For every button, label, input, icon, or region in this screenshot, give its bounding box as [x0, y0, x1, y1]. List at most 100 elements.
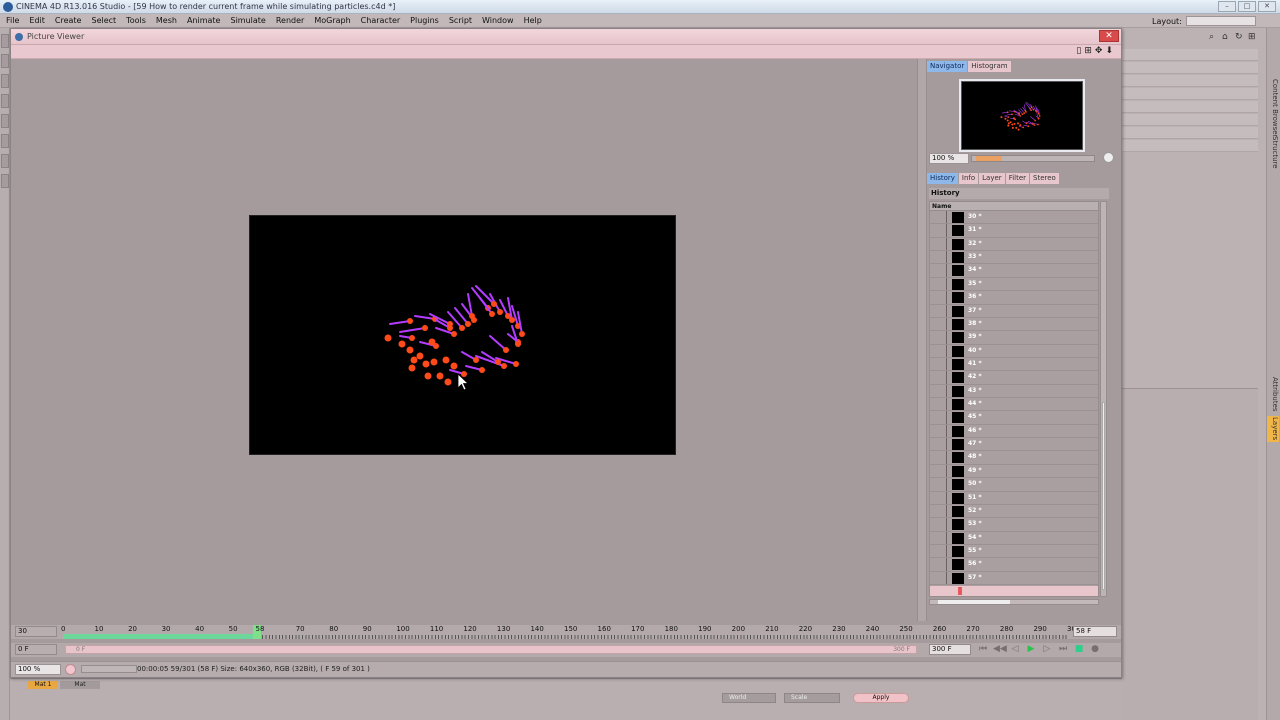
menu-select[interactable]: Select	[91, 16, 116, 25]
material-tab-2[interactable]: Mat	[60, 681, 100, 689]
tab-info[interactable]: Info	[958, 173, 979, 184]
menu-mograph[interactable]: MoGraph	[314, 16, 350, 25]
history-row[interactable]: 46 *	[930, 424, 1098, 439]
download-icon[interactable]: ⬇	[1105, 46, 1113, 57]
object-row[interactable]	[1122, 88, 1258, 100]
render-viewport[interactable]	[11, 59, 917, 621]
history-row[interactable]: 56 *	[930, 558, 1098, 572]
timeline-fps-field[interactable]: 30	[15, 626, 57, 637]
menu-animate[interactable]: Animate	[187, 16, 221, 25]
tab-stereo[interactable]: Stereo	[1030, 173, 1059, 184]
record-icon[interactable]: ●	[1089, 644, 1101, 655]
history-row[interactable]: 34 *	[930, 264, 1098, 278]
tab-layer[interactable]: Layer	[979, 173, 1005, 184]
last-frame-icon[interactable]: ⏭	[1057, 644, 1069, 655]
history-row[interactable]: 41 *	[930, 357, 1098, 372]
status-zoom[interactable]: 100 %	[15, 664, 61, 675]
tool-button[interactable]	[1, 54, 9, 68]
tab-history[interactable]: History	[927, 173, 958, 184]
menu-create[interactable]: Create	[55, 16, 82, 25]
history-column-name[interactable]: Name	[930, 202, 1098, 211]
tool-button[interactable]	[1, 94, 9, 108]
history-row[interactable]: 31 *	[930, 224, 1098, 238]
history-row[interactable]: 57 *	[930, 571, 1098, 586]
history-row[interactable]: 53 *	[930, 518, 1098, 532]
tab-navigator[interactable]: Navigator	[927, 61, 968, 72]
tab-filter[interactable]: Filter	[1005, 173, 1030, 184]
history-row[interactable]: 49 *	[930, 464, 1098, 479]
menu-help[interactable]: Help	[524, 16, 542, 25]
history-row[interactable]: 48 *	[930, 451, 1098, 465]
history-row[interactable]: 33 *	[930, 251, 1098, 265]
tool-button[interactable]	[1, 114, 9, 128]
history-row[interactable]: 54 *	[930, 531, 1098, 545]
range-end-field[interactable]: 300 F	[929, 644, 971, 655]
history-row[interactable]: 39 *	[930, 331, 1098, 345]
history-row[interactable]: 37 *	[930, 304, 1098, 318]
menu-file[interactable]: File	[6, 16, 19, 25]
menu-edit[interactable]: Edit	[29, 16, 45, 25]
history-vertical-scrollbar[interactable]	[1100, 201, 1107, 597]
maximize-icon[interactable]: □	[1238, 1, 1256, 12]
menu-plugins[interactable]: Plugins	[410, 16, 439, 25]
history-row[interactable]: 44 *	[930, 398, 1098, 412]
history-horizontal-scrollbar[interactable]	[929, 599, 1099, 605]
history-row[interactable]: 55 *	[930, 544, 1098, 559]
status-button[interactable]	[65, 664, 76, 675]
tab-structure[interactable]: Structure	[1267, 132, 1279, 172]
tab-attributes[interactable]: Attributes	[1267, 374, 1279, 414]
history-row[interactable]: 45 *	[930, 411, 1098, 425]
tool-button[interactable]	[1, 134, 9, 148]
object-row[interactable]	[1122, 127, 1258, 139]
history-row[interactable]: 38 *	[930, 317, 1098, 332]
rewind-icon[interactable]: ◀◀	[993, 644, 1007, 655]
split-icon[interactable]: ⊞	[1084, 46, 1092, 57]
history-row[interactable]: 51 *	[930, 491, 1098, 505]
stop-icon[interactable]: ■	[1073, 644, 1085, 655]
scrollbar-thumb[interactable]	[938, 600, 1010, 604]
menu-character[interactable]: Character	[361, 16, 401, 25]
panel-splitter[interactable]	[917, 59, 927, 621]
menu-render[interactable]: Render	[276, 16, 304, 25]
object-row[interactable]	[1122, 49, 1258, 61]
tab-layers[interactable]: Layers	[1267, 416, 1279, 442]
navigator-thumbnail[interactable]	[959, 79, 1085, 152]
history-row[interactable]: 42 *	[930, 371, 1098, 385]
layout-dropdown[interactable]	[1185, 16, 1256, 26]
zoom-value[interactable]: 100 %	[929, 153, 969, 164]
menu-mesh[interactable]: Mesh	[156, 16, 177, 25]
history-row[interactable]: 43 *	[930, 384, 1098, 399]
object-row[interactable]	[1122, 140, 1258, 152]
timeline-ruler[interactable]: 0 10 20 30 40 50 58 70 80 90 100 110 120 130 140 150 160…	[61, 625, 1080, 639]
menu-window[interactable]: Window	[482, 16, 514, 25]
coord-scale-dropdown[interactable]: Scale	[784, 693, 840, 703]
home-icon[interactable]: ⌂	[1222, 32, 1232, 42]
move-icon[interactable]: ✥	[1095, 46, 1103, 57]
expand-icon[interactable]: ⊞	[1248, 32, 1258, 42]
close-button[interactable]: ✕	[1099, 30, 1119, 42]
object-row[interactable]	[1122, 114, 1258, 126]
coord-world-dropdown[interactable]: World	[722, 693, 776, 703]
history-row[interactable]: 36 *	[930, 291, 1098, 305]
menu-tools[interactable]: Tools	[126, 16, 146, 25]
history-row[interactable]: 50 *	[930, 478, 1098, 492]
zoom-reset-button[interactable]	[1103, 152, 1114, 163]
scrollbar-thumb[interactable]	[1102, 402, 1105, 590]
history-row[interactable]: 35 *	[930, 277, 1098, 292]
history-row[interactable]: 47 *	[930, 438, 1098, 452]
history-row[interactable]: 52 *	[930, 504, 1098, 519]
close-icon[interactable]: ✕	[1258, 1, 1276, 12]
range-start-field[interactable]: 0 F	[15, 644, 57, 655]
object-row[interactable]	[1122, 75, 1258, 87]
search-icon[interactable]: ⌕	[1209, 32, 1219, 42]
refresh-icon[interactable]: ↻	[1235, 32, 1245, 42]
object-row[interactable]	[1122, 101, 1258, 113]
history-row[interactable]: 40 *	[930, 344, 1098, 358]
history-row[interactable]: 32 *	[930, 237, 1098, 252]
current-frame-field[interactable]: 58 F	[1073, 626, 1117, 637]
tool-button[interactable]	[1, 174, 9, 188]
step-forward-icon[interactable]: ▷	[1041, 644, 1053, 655]
first-frame-icon[interactable]: ⏮	[977, 644, 989, 655]
material-tab[interactable]: Mat 1	[28, 681, 58, 689]
play-backward-icon[interactable]: ◁	[1009, 644, 1021, 655]
